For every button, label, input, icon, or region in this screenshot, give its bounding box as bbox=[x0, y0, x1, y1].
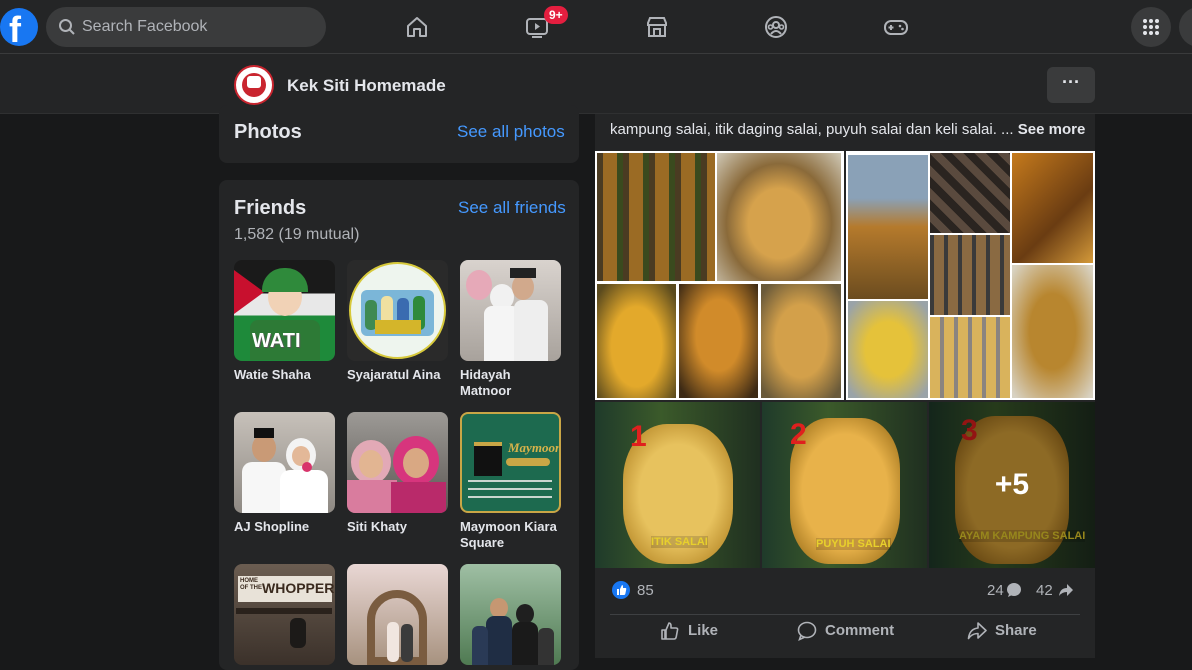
friend-photo[interactable]: HOME OF THE WHOPPER bbox=[234, 564, 335, 665]
friend-name[interactable]: Hidayah Matnoor bbox=[460, 367, 561, 399]
friend-tile[interactable]: Maymoon Maymoon Kiara Square bbox=[460, 412, 561, 551]
gaming-icon[interactable] bbox=[881, 12, 911, 42]
comment-count[interactable]: 24 bbox=[987, 582, 1004, 599]
whopper-text: WHOPPER bbox=[262, 580, 335, 596]
page-header: Kek Siti Homemade ··· bbox=[0, 54, 1192, 114]
friend-tile[interactable]: Syajaratul Aina bbox=[347, 260, 448, 383]
search-icon bbox=[59, 19, 75, 35]
friend-photo[interactable] bbox=[347, 412, 448, 513]
friend-name[interactable]: Watie Shaha bbox=[234, 367, 335, 383]
friend-photo[interactable] bbox=[460, 564, 561, 665]
friend-name[interactable]: Siti Khaty bbox=[347, 519, 448, 535]
share-label: Share bbox=[995, 622, 1037, 639]
like-button[interactable]: Like bbox=[661, 622, 719, 640]
friend-photo[interactable] bbox=[460, 260, 561, 361]
friend-tile[interactable] bbox=[460, 564, 561, 665]
photos-card: Photos See all photos bbox=[219, 105, 579, 163]
video-icon[interactable]: 9+ bbox=[522, 6, 568, 42]
share-button[interactable]: Share bbox=[967, 622, 1037, 640]
page-name[interactable]: Kek Siti Homemade bbox=[287, 76, 446, 96]
product-number-label: 2 bbox=[790, 418, 807, 451]
facebook-logo-icon[interactable]: f bbox=[0, 8, 38, 46]
top-navigation-bar: f 9+ bbox=[0, 0, 1192, 54]
messenger-button[interactable] bbox=[1179, 7, 1192, 47]
video-notification-badge: 9+ bbox=[544, 6, 568, 24]
search-input[interactable] bbox=[82, 7, 312, 47]
post-card: kampung salai, itik daging salai, puyuh … bbox=[595, 114, 1095, 658]
product-label: PUYUH SALAI bbox=[816, 538, 891, 550]
friend-photo[interactable] bbox=[347, 260, 448, 361]
friend-photo[interactable] bbox=[347, 564, 448, 665]
friends-title: Friends bbox=[234, 197, 307, 219]
groups-icon[interactable] bbox=[761, 12, 791, 42]
thumbs-up-icon bbox=[661, 622, 679, 640]
product-number-label: 1 bbox=[630, 420, 647, 453]
friend-tile[interactable]: WATI Watie Shaha bbox=[234, 260, 335, 383]
reaction-count[interactable]: 85 bbox=[637, 582, 654, 599]
see-all-photos-link[interactable]: See all photos bbox=[457, 122, 565, 142]
comment-label: Comment bbox=[825, 622, 895, 639]
friend-tile[interactable]: HOME OF THE WHOPPER bbox=[234, 564, 335, 665]
share-count[interactable]: 42 bbox=[1036, 582, 1053, 599]
post-text-body: kampung salai, itik daging salai, puyuh … bbox=[610, 121, 1014, 138]
post-text: kampung salai, itik daging salai, puyuh … bbox=[610, 120, 1090, 140]
product-label: ITIK SALAI bbox=[651, 536, 708, 548]
friend-tile[interactable] bbox=[347, 564, 448, 665]
more-photos-overlay[interactable]: +5 bbox=[929, 402, 1095, 568]
marketplace-icon[interactable] bbox=[642, 12, 672, 42]
search-box[interactable] bbox=[46, 7, 326, 47]
friend-tile[interactable]: Hidayah Matnoor bbox=[460, 260, 561, 399]
post-image-4[interactable]: 2 PUYUH SALAI bbox=[762, 402, 927, 568]
post-image-3[interactable]: 1 ITIK SALAI bbox=[595, 402, 760, 568]
friend-name[interactable]: Maymoon Kiara Square bbox=[460, 519, 561, 551]
share-icon bbox=[967, 622, 987, 640]
comment-icon bbox=[797, 621, 817, 641]
post-image-1[interactable] bbox=[595, 151, 844, 400]
friend-photo[interactable] bbox=[234, 412, 335, 513]
friend-name[interactable]: Syajaratul Aina bbox=[347, 367, 448, 383]
friend-name[interactable]: AJ Shopline bbox=[234, 519, 335, 535]
photos-title: Photos bbox=[234, 121, 302, 143]
maymoon-text: Maymoon bbox=[508, 440, 561, 455]
whopper-home-text: HOME OF THE bbox=[240, 578, 262, 591]
more-options-button[interactable]: ··· bbox=[1047, 67, 1095, 103]
friend-tile[interactable]: Siti Khaty bbox=[347, 412, 448, 535]
page-avatar[interactable] bbox=[234, 65, 274, 105]
post-image-5[interactable]: 3 AYAM KAMPUNG SALAI +5 bbox=[929, 402, 1095, 568]
wati-text: WATI bbox=[252, 330, 301, 352]
see-all-friends-link[interactable]: See all friends bbox=[458, 198, 566, 218]
friend-photo[interactable]: WATI bbox=[234, 260, 335, 361]
friend-photo[interactable]: Maymoon bbox=[460, 412, 561, 513]
share-count-icon bbox=[1059, 584, 1073, 596]
post-actions: Like Comment Share bbox=[610, 614, 1080, 649]
comment-button[interactable]: Comment bbox=[797, 621, 895, 641]
comment-count-icon bbox=[1007, 583, 1021, 597]
home-icon[interactable] bbox=[402, 12, 432, 42]
friend-tile[interactable]: AJ Shopline bbox=[234, 412, 335, 535]
post-stats: 85 24 42 bbox=[610, 580, 1080, 602]
menu-grid-button[interactable] bbox=[1131, 7, 1171, 47]
see-more-link[interactable]: See more bbox=[1018, 121, 1086, 138]
friends-card: Friends See all friends 1,582 (19 mutual… bbox=[219, 180, 579, 670]
like-reaction-icon bbox=[612, 581, 630, 599]
post-image-2[interactable] bbox=[846, 151, 1095, 400]
friends-count: 1,582 (19 mutual) bbox=[234, 226, 360, 243]
like-label: Like bbox=[688, 622, 719, 639]
grid-icon bbox=[1143, 19, 1159, 35]
